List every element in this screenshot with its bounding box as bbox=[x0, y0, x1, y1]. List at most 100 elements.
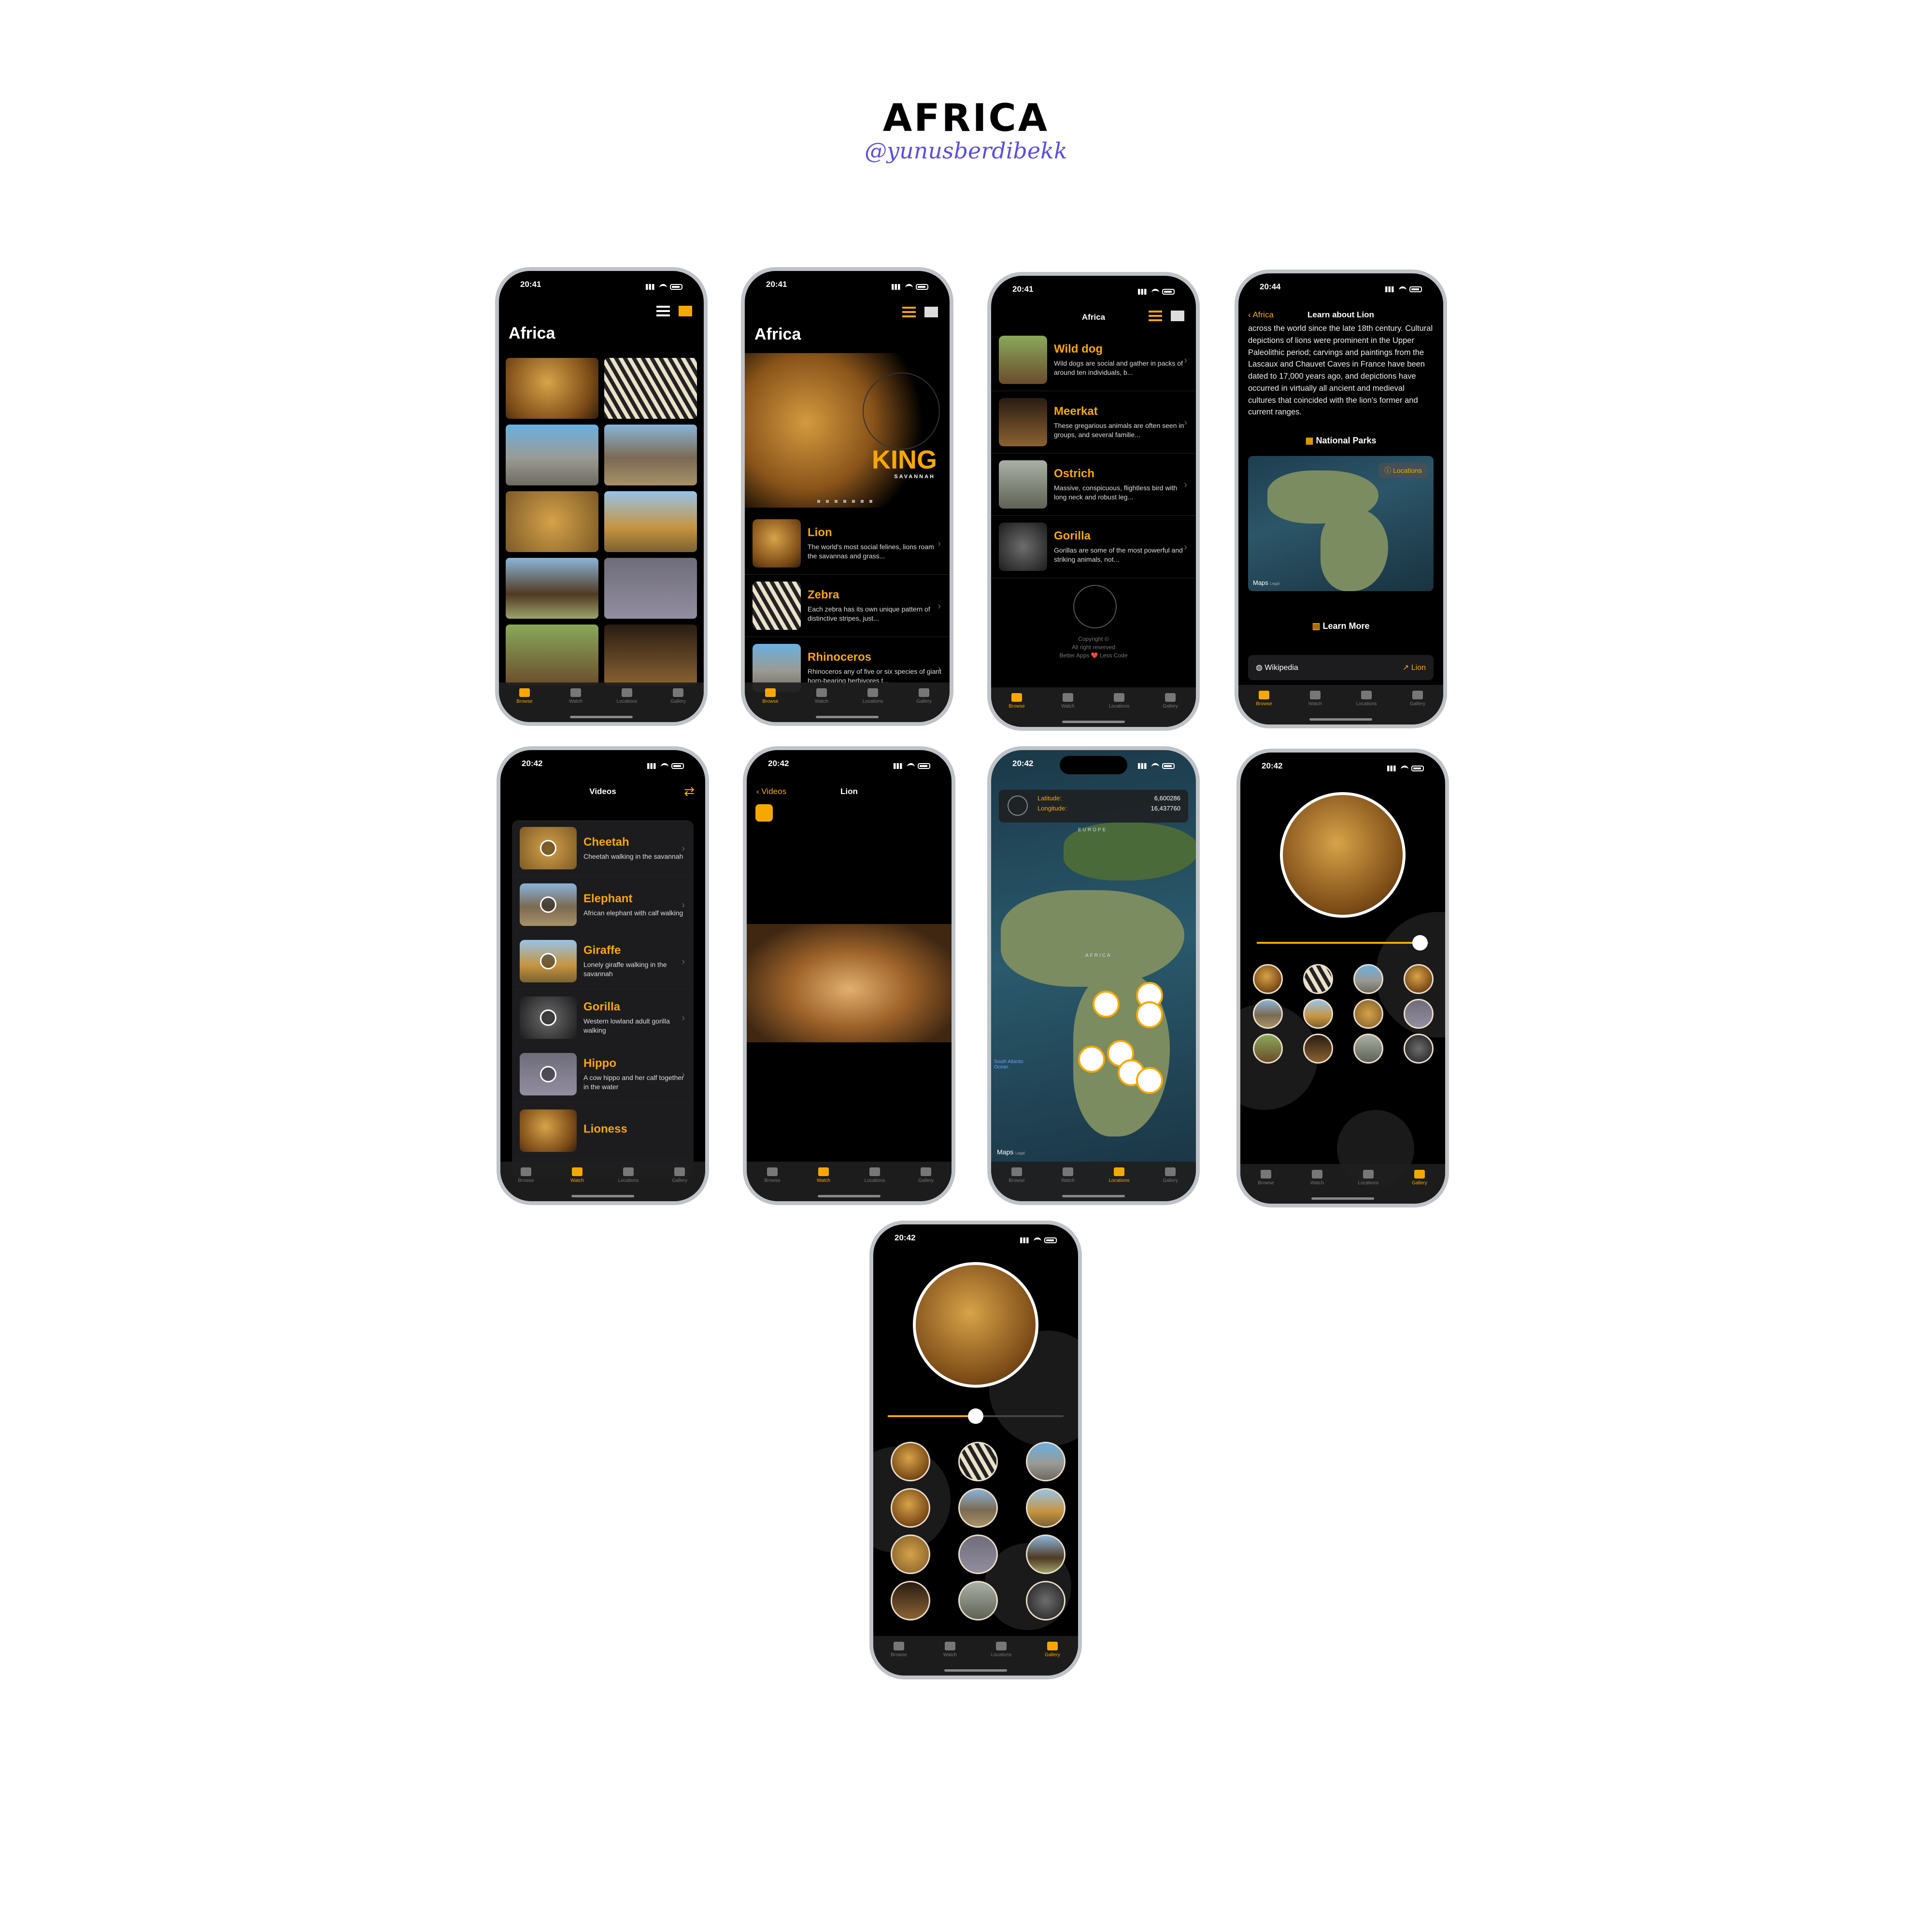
gallery-item[interactable] bbox=[1404, 964, 1434, 994]
tab-gallery[interactable]: Gallery bbox=[1033, 1642, 1072, 1676]
tile-elephant[interactable] bbox=[604, 425, 697, 485]
gallery-item[interactable] bbox=[1303, 1034, 1333, 1064]
tab-gallery[interactable]: Gallery bbox=[1400, 1170, 1439, 1204]
columns-slider[interactable] bbox=[888, 1408, 1064, 1424]
gallery-item[interactable] bbox=[1303, 964, 1333, 994]
gallery-item[interactable] bbox=[1353, 1034, 1383, 1064]
tab-gallery[interactable]: Gallery bbox=[905, 688, 943, 722]
list-view-icon[interactable] bbox=[656, 306, 670, 316]
gallery-item[interactable] bbox=[1353, 999, 1383, 1029]
gallery-item[interactable] bbox=[1404, 1034, 1434, 1064]
list-item[interactable]: Lioness bbox=[512, 1103, 694, 1159]
list-item[interactable]: Gorilla Western lowland adult gorilla wal… bbox=[512, 990, 694, 1046]
map-pin-buffalo[interactable] bbox=[1136, 1001, 1163, 1028]
list-item[interactable]: Meerkat These gregarious animals are ofte… bbox=[991, 391, 1196, 454]
gallery-item[interactable] bbox=[1303, 999, 1333, 1029]
gallery-item[interactable] bbox=[1253, 999, 1283, 1029]
locations-button[interactable]: ⓘ Locations bbox=[1378, 463, 1428, 478]
nav-title: Lion bbox=[840, 787, 858, 796]
tab-gallery[interactable]: Gallery bbox=[1151, 1167, 1190, 1201]
slider-knob[interactable] bbox=[968, 1408, 983, 1424]
item-title: Cheetah bbox=[583, 835, 629, 849]
thumb bbox=[999, 336, 1047, 384]
list-item[interactable]: Cheetah Cheetah walking in the savannah › bbox=[512, 820, 694, 877]
list-item[interactable]: Elephant African elephant with calf walki… bbox=[512, 877, 694, 933]
tab-browse[interactable]: Browse bbox=[997, 1167, 1036, 1201]
shuffle-icon[interactable]: ⇄ bbox=[684, 784, 695, 799]
gallery-item[interactable] bbox=[958, 1581, 998, 1620]
phone-video-player: 20:42 ‹ Videos Lion Browse Watch Locatio… bbox=[743, 746, 955, 1205]
list-item[interactable]: Wild dog Wild dogs are social and gather … bbox=[991, 329, 1196, 391]
tab-label: Gallery bbox=[1410, 701, 1425, 707]
list-item[interactable]: Gorilla Gorillas are some of the most pow… bbox=[991, 516, 1196, 578]
map-pin-hippo[interactable] bbox=[1078, 1046, 1105, 1073]
list-item[interactable]: Giraffe Lonely giraffe walking in the sav… bbox=[512, 933, 694, 990]
tab-gallery[interactable]: Gallery bbox=[907, 1167, 945, 1201]
tab-browse[interactable]: Browse bbox=[880, 1642, 918, 1676]
list-item[interactable]: Hippo A cow hippo and her calf together i… bbox=[512, 1046, 694, 1103]
tab-gallery[interactable]: Gallery bbox=[1151, 693, 1190, 727]
tab-browse[interactable]: Browse bbox=[753, 1167, 792, 1201]
status-bar: 20:41 bbox=[499, 280, 704, 294]
gallery-item[interactable] bbox=[1404, 999, 1434, 1029]
columns-slider[interactable] bbox=[1257, 935, 1429, 951]
tile-rhino[interactable] bbox=[506, 425, 598, 485]
list-item[interactable]: Ostrich Massive, conspicuous, flightless … bbox=[991, 454, 1196, 516]
tile-zebra[interactable] bbox=[604, 358, 697, 419]
list-item[interactable]: Zebra Each zebra has its own unique patte… bbox=[745, 575, 950, 637]
browse-icon bbox=[1259, 691, 1269, 699]
tile-lion[interactable] bbox=[506, 358, 598, 419]
tab-gallery[interactable]: Gallery bbox=[660, 1167, 699, 1201]
tile-cheetah[interactable] bbox=[506, 491, 598, 552]
tile-buffalo[interactable] bbox=[506, 558, 598, 619]
tile-hippo[interactable] bbox=[604, 558, 697, 619]
gallery-item[interactable] bbox=[958, 1488, 998, 1528]
grid-view-icon[interactable] bbox=[679, 306, 692, 316]
gallery-item[interactable] bbox=[1026, 1534, 1065, 1574]
wikipedia-label: Wikipedia bbox=[1264, 664, 1298, 672]
tab-browse[interactable]: Browse bbox=[507, 1167, 545, 1201]
signal-icon bbox=[646, 284, 656, 290]
tab-browse[interactable]: Browse bbox=[505, 688, 544, 722]
gallery-item[interactable] bbox=[1253, 964, 1283, 994]
hero-banner[interactable]: KING SAVANNAH bbox=[745, 353, 950, 508]
grid-view-icon[interactable] bbox=[924, 307, 938, 317]
gallery-item[interactable] bbox=[1026, 1488, 1065, 1528]
list-view-icon[interactable] bbox=[902, 307, 916, 317]
map-preview[interactable]: ⓘ Locations Maps Legal bbox=[1248, 456, 1434, 591]
tab-gallery[interactable]: Gallery bbox=[1398, 691, 1437, 724]
wifi-icon bbox=[1034, 1237, 1041, 1243]
tab-browse[interactable]: Browse bbox=[1247, 1170, 1285, 1204]
list-item[interactable]: Lion The world's most social felines, lio… bbox=[745, 512, 950, 575]
slider-knob[interactable] bbox=[1412, 935, 1428, 951]
tile-meerkat[interactable] bbox=[604, 625, 697, 685]
photo-icon bbox=[1414, 1170, 1425, 1179]
tab-browse[interactable]: Browse bbox=[1245, 691, 1283, 724]
tile-giraffe[interactable] bbox=[604, 491, 697, 552]
gallery-item[interactable] bbox=[958, 1442, 998, 1481]
gallery-item[interactable] bbox=[891, 1488, 930, 1528]
gallery-item[interactable] bbox=[1026, 1581, 1065, 1620]
play-icon bbox=[1312, 1170, 1322, 1179]
map-pin-gorilla[interactable] bbox=[1093, 991, 1120, 1018]
gallery-item[interactable] bbox=[891, 1581, 930, 1620]
gallery-item[interactable] bbox=[958, 1534, 998, 1574]
compass-icon bbox=[1008, 796, 1028, 816]
tile-wild-dog[interactable] bbox=[506, 625, 598, 685]
tab-label: Browse bbox=[762, 699, 779, 704]
tab-gallery[interactable]: Gallery bbox=[659, 688, 697, 722]
grid-view-icon[interactable] bbox=[1171, 311, 1184, 321]
tab-browse[interactable]: Browse bbox=[751, 688, 790, 722]
gallery-item[interactable] bbox=[1026, 1442, 1065, 1481]
video-frame[interactable] bbox=[747, 924, 952, 1042]
wikipedia-link[interactable]: ◍ Wikipedia ↗ Lion bbox=[1248, 655, 1434, 680]
gallery-item[interactable] bbox=[891, 1534, 930, 1574]
animal-grid bbox=[506, 358, 697, 685]
map-pin-elephant[interactable] bbox=[1136, 1067, 1163, 1094]
gallery-item[interactable] bbox=[1253, 1034, 1283, 1064]
tab-browse[interactable]: Browse bbox=[997, 693, 1036, 727]
page-dots[interactable] bbox=[817, 500, 875, 503]
list-view-icon[interactable] bbox=[1149, 311, 1162, 321]
gallery-item[interactable] bbox=[891, 1442, 930, 1481]
gallery-item[interactable] bbox=[1353, 964, 1383, 994]
